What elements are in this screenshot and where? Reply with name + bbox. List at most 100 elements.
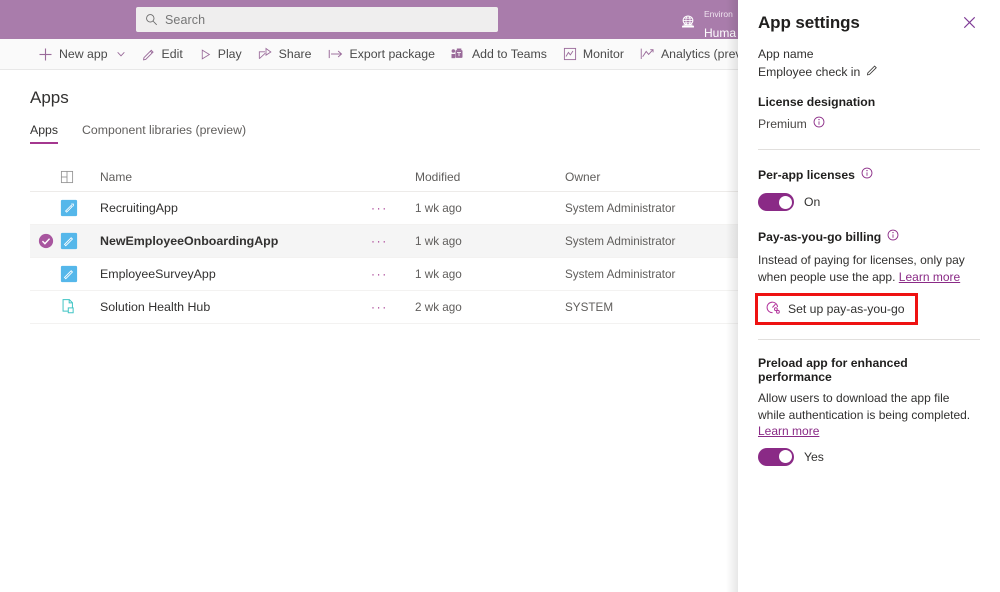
- preload-label: Preload app for enhanced performance: [758, 356, 980, 384]
- share-icon: [258, 47, 273, 61]
- close-icon: [963, 16, 976, 34]
- column-chooser-icon[interactable]: [60, 170, 92, 184]
- environment-name: Huma: [704, 26, 736, 40]
- app-name-value: Employee check in: [758, 65, 860, 79]
- play-label: Play: [218, 47, 242, 61]
- preload-section: Preload app for enhanced performance All…: [758, 356, 980, 466]
- meter-icon: [765, 300, 780, 318]
- per-app-licenses-toggle-state: On: [804, 195, 820, 209]
- column-header-name[interactable]: Name: [92, 170, 371, 184]
- per-app-licenses-label: Per-app licenses: [758, 168, 855, 182]
- row-more-actions[interactable]: ···: [371, 300, 415, 314]
- checkmark-icon: [38, 233, 54, 249]
- export-icon: [328, 47, 344, 61]
- table-row[interactable]: NewEmployeeOnboardingApp ··· 1 wk ago Sy…: [30, 225, 740, 258]
- page-title: Apps: [30, 88, 69, 108]
- analytics-icon: [640, 47, 655, 61]
- play-button[interactable]: Play: [191, 39, 250, 70]
- canvas-app-icon: [60, 199, 92, 217]
- row-name[interactable]: NewEmployeeOnboardingApp: [92, 234, 371, 248]
- row-more-actions[interactable]: ···: [371, 267, 415, 281]
- search-icon: [145, 13, 158, 26]
- row-more-actions[interactable]: ···: [371, 201, 415, 215]
- row-more-actions[interactable]: ···: [371, 234, 415, 248]
- payg-learn-more-link[interactable]: Learn more: [899, 270, 960, 284]
- column-header-owner[interactable]: Owner: [565, 170, 740, 184]
- teams-icon: [451, 47, 466, 61]
- share-button[interactable]: Share: [250, 39, 320, 70]
- info-icon[interactable]: [813, 115, 825, 133]
- row-modified: 1 wk ago: [415, 268, 565, 281]
- row-owner: System Administrator: [565, 202, 740, 215]
- row-modified: 1 wk ago: [415, 202, 565, 215]
- monitor-icon: [563, 47, 577, 61]
- play-icon: [199, 48, 212, 61]
- apps-table: Name Modified Owner Recruit: [30, 162, 740, 324]
- tab-component-libraries[interactable]: Component libraries (preview): [82, 123, 246, 144]
- monitor-label: Monitor: [583, 47, 624, 61]
- table-row[interactable]: RecruitingApp ··· 1 wk ago System Admini…: [30, 192, 740, 225]
- row-owner: System Administrator: [565, 268, 740, 281]
- payg-label: Pay-as-you-go billing: [758, 230, 881, 244]
- environment-label: Environ: [704, 9, 733, 19]
- table-header-row: Name Modified Owner: [30, 162, 740, 192]
- pencil-icon[interactable]: [866, 63, 879, 81]
- set-up-pay-as-you-go-label: Set up pay-as-you-go: [788, 302, 905, 316]
- column-header-modified[interactable]: Modified: [415, 170, 565, 184]
- environment-selector[interactable]: Environ Huma: [679, 3, 736, 43]
- preload-toggle[interactable]: [758, 448, 794, 466]
- environment-icon: [679, 14, 697, 32]
- row-owner: System Administrator: [565, 235, 740, 248]
- add-to-teams-button[interactable]: Add to Teams: [443, 39, 555, 70]
- table-row[interactable]: EmployeeSurveyApp ··· 1 wk ago System Ad…: [30, 258, 740, 291]
- license-designation-value: Premium: [758, 117, 807, 131]
- app-name-label: App name: [758, 47, 980, 61]
- new-app-button[interactable]: New app: [30, 39, 134, 70]
- info-icon[interactable]: [887, 228, 899, 246]
- license-designation-label: License designation: [758, 95, 980, 109]
- panel-header: App settings: [758, 0, 980, 36]
- export-package-label: Export package: [350, 47, 435, 61]
- tab-apps[interactable]: Apps: [30, 123, 58, 144]
- row-modified: 2 wk ago: [415, 301, 565, 314]
- canvas-app-icon: [60, 232, 92, 250]
- divider: [758, 339, 980, 340]
- row-owner: SYSTEM: [565, 301, 740, 314]
- pencil-icon: [142, 47, 156, 61]
- app-root: Search Environ Huma: [0, 0, 1000, 592]
- command-bar: New app Edit: [0, 39, 740, 70]
- share-label: Share: [279, 47, 312, 61]
- canvas-app-icon: [60, 265, 92, 283]
- preload-learn-more-link[interactable]: Learn more: [758, 424, 819, 438]
- divider: [758, 149, 980, 150]
- payg-section: Pay-as-you-go billing Instead of paying …: [758, 228, 980, 322]
- monitor-button[interactable]: Monitor: [555, 39, 632, 70]
- edit-label: Edit: [162, 47, 183, 61]
- search-placeholder: Search: [165, 13, 205, 27]
- toggle-knob: [779, 450, 792, 463]
- row-name[interactable]: RecruitingApp: [92, 201, 371, 215]
- model-app-icon: [60, 298, 92, 316]
- analytics-button[interactable]: Analytics (preview): [632, 39, 740, 70]
- plus-icon: [38, 47, 53, 62]
- chevron-down-icon: [116, 49, 126, 59]
- row-select-cell[interactable]: [30, 233, 60, 249]
- info-icon[interactable]: [861, 166, 873, 184]
- per-app-licenses-toggle[interactable]: [758, 193, 794, 211]
- row-name[interactable]: EmployeeSurveyApp: [92, 267, 371, 281]
- close-panel-button[interactable]: [958, 14, 980, 36]
- edit-button[interactable]: Edit: [134, 39, 191, 70]
- preload-description: Allow users to download the app file whi…: [758, 391, 970, 422]
- export-package-button[interactable]: Export package: [320, 39, 443, 70]
- search-input[interactable]: Search: [136, 7, 498, 32]
- top-header-bar: Search Environ Huma: [0, 0, 740, 39]
- toggle-knob: [779, 196, 792, 209]
- row-name[interactable]: Solution Health Hub: [92, 300, 371, 314]
- analytics-label: Analytics (preview): [661, 47, 740, 61]
- tab-list: Apps Component libraries (preview): [30, 123, 246, 144]
- table-row[interactable]: Solution Health Hub ··· 2 wk ago SYSTEM: [30, 291, 740, 324]
- row-modified: 1 wk ago: [415, 235, 565, 248]
- panel-title: App settings: [758, 13, 860, 33]
- set-up-pay-as-you-go-button[interactable]: Set up pay-as-you-go: [758, 296, 915, 322]
- new-app-label: New app: [59, 47, 108, 61]
